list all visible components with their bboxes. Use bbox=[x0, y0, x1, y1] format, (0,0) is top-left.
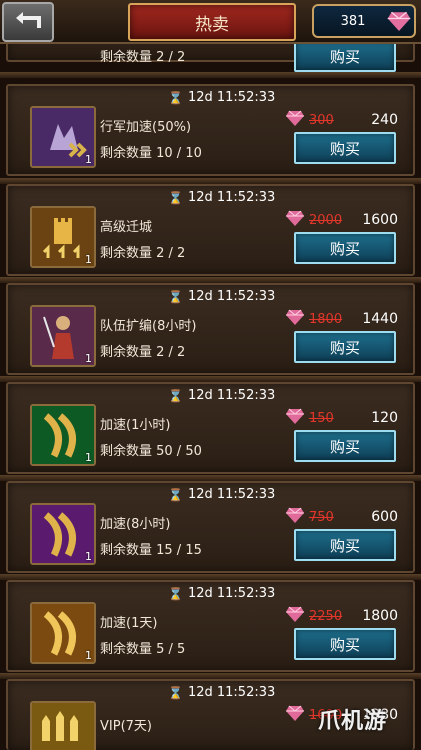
sale-timer: ⌛ 12d 11:52:33 bbox=[168, 90, 276, 105]
gem-icon bbox=[286, 408, 304, 428]
list-item: ⌛ 12d 11:52:33 1 队伍扩编(8小时) 剩余数量 2 / 2 18… bbox=[6, 283, 415, 375]
gem-icon bbox=[286, 507, 304, 527]
original-price: 1800 bbox=[309, 311, 343, 327]
item-remaining: 剩余数量 2 / 2 bbox=[100, 50, 186, 65]
sale-timer: ⌛ 12d 11:52:33 bbox=[168, 190, 276, 205]
item-name: VIP(7天) bbox=[100, 719, 152, 734]
original-price: 2250 bbox=[309, 608, 343, 624]
hourglass-icon: ⌛ bbox=[168, 289, 183, 304]
sale-price: 600 bbox=[371, 509, 398, 525]
item-remaining: 剩余数量 2 / 2 bbox=[100, 246, 186, 261]
list-item: ⌛ 12d 11:52:33 1 高级迁城 剩余数量 2 / 2 2000 16… bbox=[6, 184, 415, 276]
sale-timer: ⌛ 12d 11:52:33 bbox=[168, 289, 276, 304]
buy-button[interactable]: 购买 bbox=[294, 40, 396, 72]
hourglass-icon: ⌛ bbox=[168, 90, 183, 105]
speedup-8h-icon: 1 bbox=[30, 503, 96, 565]
item-remaining: 剩余数量 15 / 15 bbox=[100, 543, 202, 558]
hourglass-icon: ⌛ bbox=[168, 388, 183, 403]
list-item: ⌛ 12d 11:52:33 1 加速(1小时) 剩余数量 50 / 50 15… bbox=[6, 382, 415, 474]
sale-timer: ⌛ 12d 11:52:33 bbox=[168, 586, 276, 601]
gem-balance[interactable]: 381 bbox=[312, 4, 416, 38]
march-speedup-icon: 1 bbox=[30, 106, 96, 168]
list-item: ⌛ 12d 11:52:33 1 行军加速(50%) 剩余数量 10 / 10 … bbox=[6, 84, 415, 176]
buy-button[interactable]: 购买 bbox=[294, 232, 396, 264]
original-price: 150 bbox=[309, 410, 334, 426]
price-row: 150 120 bbox=[286, 408, 398, 428]
item-remaining: 剩余数量 10 / 10 bbox=[100, 146, 202, 161]
hourglass-icon: ⌛ bbox=[168, 487, 183, 502]
price-row: 300 240 bbox=[286, 110, 398, 130]
sale-timer: ⌛ 12d 11:52:33 bbox=[168, 388, 276, 403]
sale-price: 1600 bbox=[362, 212, 398, 228]
sale-price: 1440 bbox=[362, 311, 398, 327]
buy-button[interactable]: 购买 bbox=[294, 529, 396, 561]
watermark-logo: 爪机游 bbox=[318, 709, 388, 734]
relocate-castle-icon: 1 bbox=[30, 206, 96, 268]
item-name: 加速(1天) bbox=[100, 616, 158, 631]
hourglass-icon: ⌛ bbox=[168, 685, 183, 700]
back-button[interactable] bbox=[2, 2, 54, 42]
speedup-1d-icon: 1 bbox=[30, 602, 96, 664]
gem-icon bbox=[286, 210, 304, 230]
price-row: 2000 1600 bbox=[286, 210, 398, 230]
list-item: ⌛ 12d 11:52:33 1 加速(1天) 剩余数量 5 / 5 2250 … bbox=[6, 580, 415, 672]
gem-icon bbox=[384, 11, 414, 31]
page-title: 热卖 bbox=[128, 3, 296, 41]
item-remaining: 剩余数量 2 / 2 bbox=[100, 345, 186, 360]
original-price: 2000 bbox=[309, 212, 343, 228]
price-row: 750 600 bbox=[286, 507, 398, 527]
buy-button[interactable]: 购买 bbox=[294, 331, 396, 363]
gem-icon bbox=[286, 309, 304, 329]
back-arrow-icon bbox=[16, 12, 41, 28]
sale-timer: ⌛ 12d 11:52:33 bbox=[168, 487, 276, 502]
hourglass-icon: ⌛ bbox=[168, 586, 183, 601]
sale-timer: ⌛ 12d 11:52:33 bbox=[168, 685, 276, 700]
buy-button[interactable]: 购买 bbox=[294, 430, 396, 462]
item-name: 行军加速(50%) bbox=[100, 120, 192, 135]
hourglass-icon: ⌛ bbox=[168, 190, 183, 205]
item-name: 加速(8小时) bbox=[100, 517, 171, 532]
sale-price: 1800 bbox=[362, 608, 398, 624]
gem-icon bbox=[286, 705, 304, 725]
original-price: 750 bbox=[309, 509, 334, 525]
gem-icon bbox=[286, 606, 304, 626]
buy-button[interactable]: 购买 bbox=[294, 132, 396, 164]
item-name: 队伍扩编(8小时) bbox=[100, 319, 197, 334]
top-bar: 热卖 381 bbox=[0, 0, 421, 44]
gem-icon bbox=[286, 110, 304, 130]
list-item: ⌛ 12d 11:52:33 1 加速(8小时) 剩余数量 15 / 15 75… bbox=[6, 481, 415, 573]
price-row: 2250 1800 bbox=[286, 606, 398, 626]
item-name: 高级迁城 bbox=[100, 220, 153, 235]
original-price: 300 bbox=[309, 112, 334, 128]
sale-price: 240 bbox=[371, 112, 398, 128]
item-remaining: 剩余数量 5 / 5 bbox=[100, 642, 186, 657]
gem-count: 381 bbox=[340, 13, 366, 29]
item-remaining: 剩余数量 50 / 50 bbox=[100, 444, 202, 459]
price-row: 1800 1440 bbox=[286, 309, 398, 329]
speedup-1h-icon: 1 bbox=[30, 404, 96, 466]
buy-button[interactable]: 购买 bbox=[294, 628, 396, 660]
sale-price: 120 bbox=[371, 410, 398, 426]
vip-icon bbox=[30, 701, 96, 750]
troop-expand-icon: 1 bbox=[30, 305, 96, 367]
item-name: 加速(1小时) bbox=[100, 418, 171, 433]
